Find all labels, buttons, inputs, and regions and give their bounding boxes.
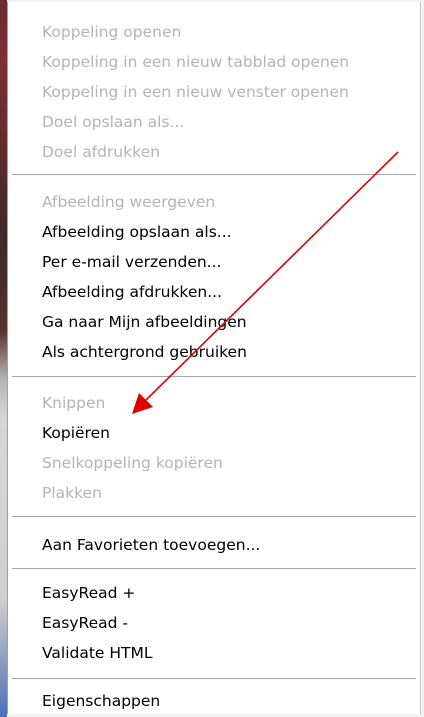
background-window-edge [0,0,7,717]
menu-separator [12,376,416,380]
menu-item-koppeling-openen[interactable]: Koppeling openen [42,19,181,45]
menu-item-koppeling-nieuw-venster[interactable]: Koppeling in een nieuw venster openen [42,79,349,105]
context-menu: Koppeling openen Koppeling in een nieuw … [7,2,421,714]
menu-item-snelkoppeling-kopieren[interactable]: Snelkoppeling kopiëren [42,450,223,476]
menu-item-plakken[interactable]: Plakken [42,480,102,506]
menu-separator [12,516,416,520]
menu-item-aan-favorieten[interactable]: Aan Favorieten toevoegen... [42,532,260,558]
menu-item-easyread-plus[interactable]: EasyRead + [42,580,135,606]
menu-item-als-achtergrond[interactable]: Als achtergrond gebruiken [42,339,247,365]
menu-item-afbeelding-weergeven[interactable]: Afbeelding weergeven [42,189,215,215]
menu-separator [12,678,416,682]
menu-item-eigenschappen[interactable]: Eigenschappen [42,688,160,714]
menu-item-koppeling-nieuw-tabblad[interactable]: Koppeling in een nieuw tabblad openen [42,49,349,75]
menu-item-knippen[interactable]: Knippen [42,390,105,416]
screenshot-stage: Koppeling openen Koppeling in een nieuw … [0,0,424,717]
menu-item-doel-opslaan[interactable]: Doel opslaan als... [42,109,184,135]
menu-item-validate-html[interactable]: Validate HTML [42,640,153,666]
menu-item-per-email-verzenden[interactable]: Per e-mail verzenden... [42,249,221,275]
menu-item-kopieren[interactable]: Kopiëren [42,420,110,446]
menu-item-doel-afdrukken[interactable]: Doel afdrukken [42,139,160,165]
menu-item-afbeelding-afdrukken[interactable]: Afbeelding afdrukken... [42,279,222,305]
menu-separator [12,568,416,572]
menu-item-mijn-afbeeldingen[interactable]: Ga naar Mijn afbeeldingen [42,309,247,335]
menu-item-afbeelding-opslaan[interactable]: Afbeelding opslaan als... [42,219,232,245]
menu-item-easyread-minus[interactable]: EasyRead - [42,610,128,636]
menu-separator [12,174,416,178]
